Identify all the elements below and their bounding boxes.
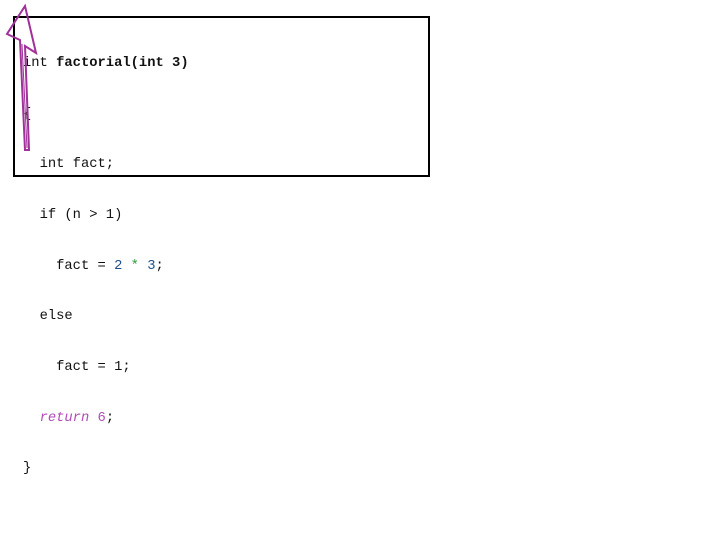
return-suffix: ;: [105, 410, 115, 426]
code-line-else: else: [23, 309, 189, 326]
code-line-if: if (n > 1): [23, 208, 189, 225]
code-panel: int factorial(int 3) { int fact; if (n >…: [13, 16, 430, 476]
else-keyword: else: [39, 309, 73, 325]
code-listing: int factorial(int 3) { int fact; if (n >…: [23, 22, 189, 512]
assign-right-operand: 3: [147, 258, 156, 274]
code-line-close-brace: }: [23, 461, 189, 478]
assign-suffix: ;: [155, 258, 164, 274]
return-value: 6: [97, 410, 106, 426]
return-type: int: [23, 55, 48, 71]
function-signature: factorial(int 3): [56, 55, 189, 71]
code-line-declaration: int fact;: [23, 157, 189, 174]
code-line-return: return 6;: [23, 411, 189, 428]
assign-prefix: fact =: [56, 258, 115, 274]
declaration-statement: int fact;: [39, 157, 115, 173]
multiply-operator: *: [130, 258, 139, 274]
return-keyword: return: [39, 410, 90, 426]
else-assign-statement: fact = 1;: [56, 360, 131, 376]
close-brace: }: [23, 461, 32, 477]
code-line-else-assign: fact = 1;: [23, 360, 189, 377]
code-line-signature: int factorial(int 3): [23, 56, 189, 73]
if-statement: if (n > 1): [39, 207, 123, 223]
assign-left-operand: 2: [114, 258, 123, 274]
code-line-assign: fact = 2 * 3;: [23, 259, 189, 276]
open-brace: {: [23, 106, 32, 122]
code-line-open-brace: {: [23, 107, 189, 124]
